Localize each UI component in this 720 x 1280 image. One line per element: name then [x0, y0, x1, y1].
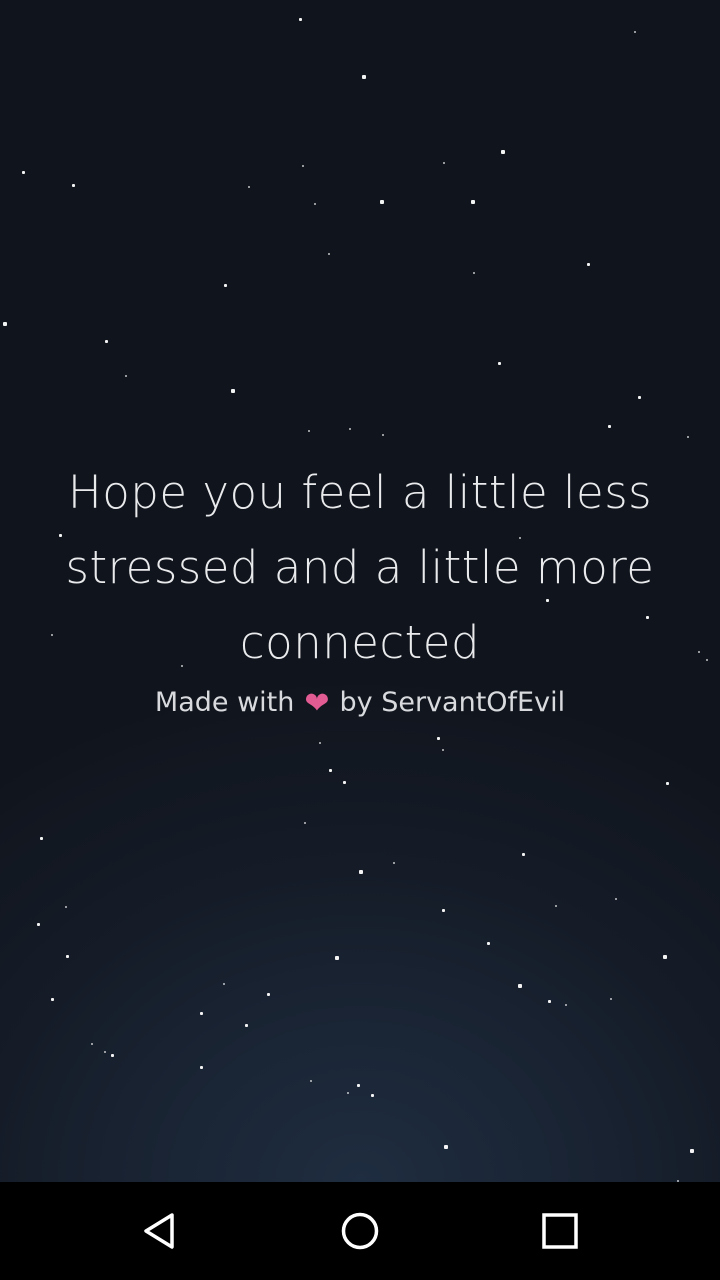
star — [362, 75, 366, 79]
credit-line: Made with ❤ by ServantOfEvil — [40, 683, 680, 724]
star — [608, 425, 611, 428]
star — [518, 984, 522, 988]
star — [343, 781, 346, 784]
star — [437, 737, 440, 740]
star — [231, 389, 235, 393]
star — [442, 909, 445, 912]
star — [111, 1054, 114, 1057]
star — [91, 1043, 93, 1045]
star — [310, 1080, 312, 1082]
star — [329, 769, 332, 772]
star — [224, 284, 227, 287]
star — [442, 749, 444, 751]
star — [382, 434, 384, 436]
star — [37, 923, 40, 926]
star — [245, 1024, 248, 1027]
star — [666, 782, 669, 785]
star — [487, 942, 490, 945]
quote-text: Hope you feel a little less stressed and… — [65, 466, 655, 669]
star — [248, 186, 250, 188]
star — [359, 870, 363, 874]
star — [66, 955, 69, 958]
star — [687, 436, 689, 438]
star — [200, 1012, 203, 1015]
star — [371, 1094, 374, 1097]
star — [302, 165, 304, 167]
star — [308, 430, 310, 432]
star — [304, 822, 306, 824]
star — [335, 956, 339, 960]
app-screen: Hope you feel a little less stressed and… — [0, 0, 720, 1280]
star — [522, 853, 525, 856]
star — [587, 263, 590, 266]
star — [471, 200, 475, 204]
back-button[interactable] — [120, 1196, 200, 1266]
star — [319, 742, 321, 744]
star — [267, 993, 270, 996]
night-sky-background: Hope you feel a little less stressed and… — [0, 0, 720, 1182]
credit-author: by ServantOfEvil — [339, 687, 566, 718]
star — [548, 1000, 551, 1003]
star — [706, 659, 708, 661]
back-triangle-icon — [144, 1213, 174, 1249]
star — [104, 1051, 106, 1053]
star — [501, 150, 505, 154]
star — [444, 1145, 448, 1149]
star — [22, 171, 25, 174]
recents-button[interactable] — [520, 1196, 600, 1266]
star — [690, 1149, 694, 1153]
star — [105, 340, 108, 343]
star — [299, 18, 302, 21]
credit-prefix: Made with — [154, 687, 295, 718]
star — [610, 998, 612, 1000]
star — [3, 322, 7, 326]
star — [555, 905, 557, 907]
star — [473, 272, 475, 274]
star — [125, 375, 127, 377]
star — [380, 200, 384, 204]
star — [200, 1066, 203, 1069]
star — [634, 31, 636, 33]
star — [65, 906, 67, 908]
star — [349, 428, 351, 430]
star — [698, 651, 700, 653]
home-button[interactable] — [320, 1196, 400, 1266]
star — [615, 898, 617, 900]
star — [72, 184, 75, 187]
navigation-bar — [0, 1182, 720, 1280]
star — [40, 837, 43, 840]
star — [565, 1004, 567, 1006]
home-circle-icon — [341, 1212, 379, 1250]
recents-square-icon — [542, 1213, 578, 1249]
star — [314, 203, 316, 205]
star — [638, 396, 641, 399]
star — [51, 998, 54, 1001]
star — [328, 253, 330, 255]
star — [393, 862, 395, 864]
star — [443, 162, 445, 164]
star — [498, 362, 501, 365]
star — [357, 1084, 360, 1087]
star — [223, 983, 225, 985]
star — [347, 1092, 349, 1094]
star — [663, 955, 667, 959]
heart-icon: ❤ — [304, 686, 330, 721]
